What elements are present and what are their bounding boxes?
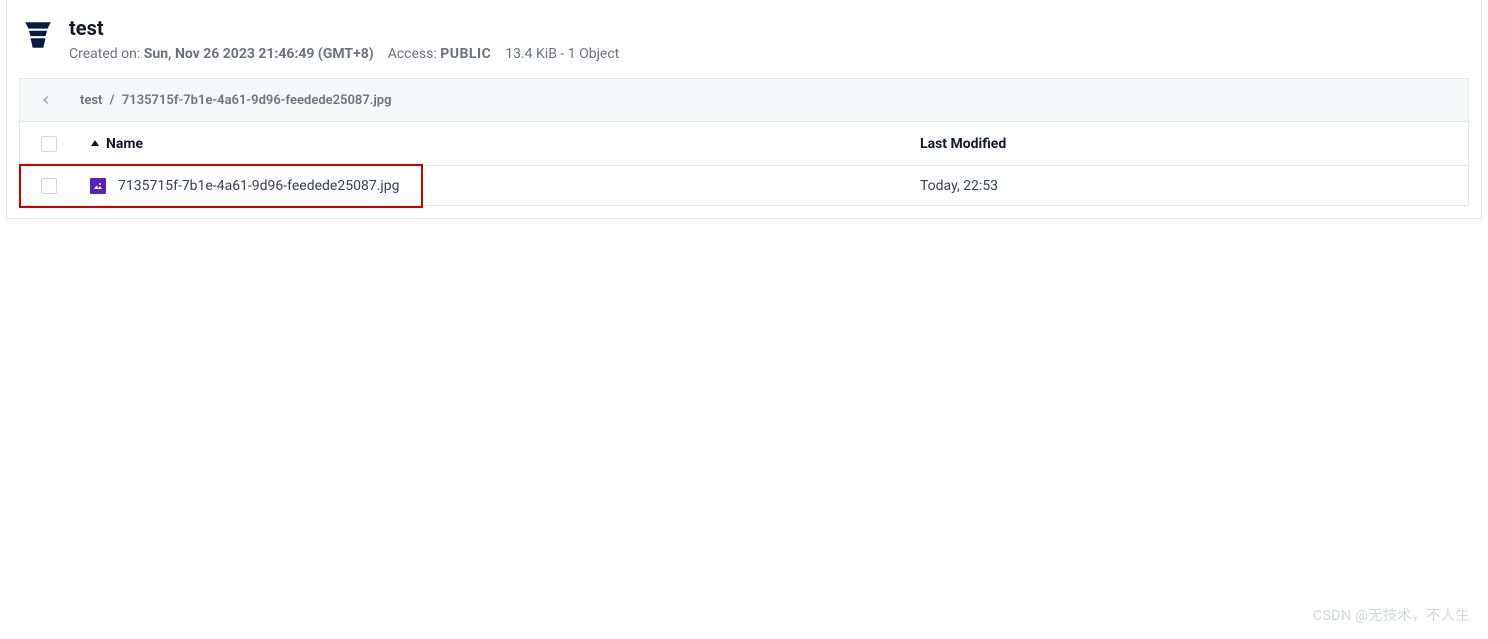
chevron-left-icon: [39, 93, 53, 107]
row-checkbox-cell: [20, 178, 78, 194]
bucket-icon: [21, 18, 55, 52]
column-header-modified[interactable]: Last Modified: [908, 136, 1468, 152]
watermark: CSDN @无技术，不人生: [1313, 605, 1470, 625]
file-modified: Today, 22:53: [920, 178, 998, 194]
access-value: PUBLIC: [440, 46, 491, 62]
file-table: Name Last Modified: [19, 122, 1469, 206]
file-modified-cell: Today, 22:53: [908, 178, 1468, 194]
bucket-header: test Created on: Sun, Nov 26 2023 21:46:…: [7, 0, 1481, 78]
table-header: Name Last Modified: [20, 122, 1468, 166]
bucket-title: test: [69, 16, 619, 40]
created-on: Created on: Sun, Nov 26 2023 21:46:49 (G…: [69, 46, 374, 62]
row-checkbox[interactable]: [41, 178, 57, 194]
column-name-label: Name: [106, 136, 143, 152]
bucket-meta: Created on: Sun, Nov 26 2023 21:46:49 (G…: [69, 46, 619, 62]
image-file-icon: [90, 178, 106, 194]
created-on-value: Sun, Nov 26 2023 21:46:49 (GMT+8): [144, 46, 374, 62]
file-name: 7135715f-7b1e-4a61-9d96-feedede25087.jpg: [118, 178, 399, 194]
file-name-cell[interactable]: 7135715f-7b1e-4a61-9d96-feedede25087.jpg: [78, 178, 908, 194]
header-checkbox-cell: [20, 136, 78, 152]
bucket-stats: 13.4 KiB - 1 Object: [505, 46, 619, 62]
bucket-header-info: test Created on: Sun, Nov 26 2023 21:46:…: [69, 16, 619, 62]
breadcrumb: test / 7135715f-7b1e-4a61-9d96-feedede25…: [80, 93, 392, 108]
select-all-checkbox[interactable]: [41, 136, 57, 152]
back-button[interactable]: [30, 84, 62, 116]
breadcrumb-root[interactable]: test: [80, 93, 102, 108]
sort-asc-icon: [90, 139, 100, 149]
access-info: Access: PUBLIC: [388, 46, 492, 62]
breadcrumb-bar: test / 7135715f-7b1e-4a61-9d96-feedede25…: [19, 78, 1469, 122]
breadcrumb-current: 7135715f-7b1e-4a61-9d96-feedede25087.jpg: [122, 93, 392, 108]
created-on-label: Created on:: [69, 46, 140, 62]
breadcrumb-separator: /: [110, 93, 115, 108]
table-row[interactable]: 7135715f-7b1e-4a61-9d96-feedede25087.jpg…: [20, 166, 1468, 206]
access-label: Access:: [388, 46, 437, 62]
column-modified-label: Last Modified: [920, 136, 1006, 152]
column-header-name[interactable]: Name: [78, 136, 908, 152]
